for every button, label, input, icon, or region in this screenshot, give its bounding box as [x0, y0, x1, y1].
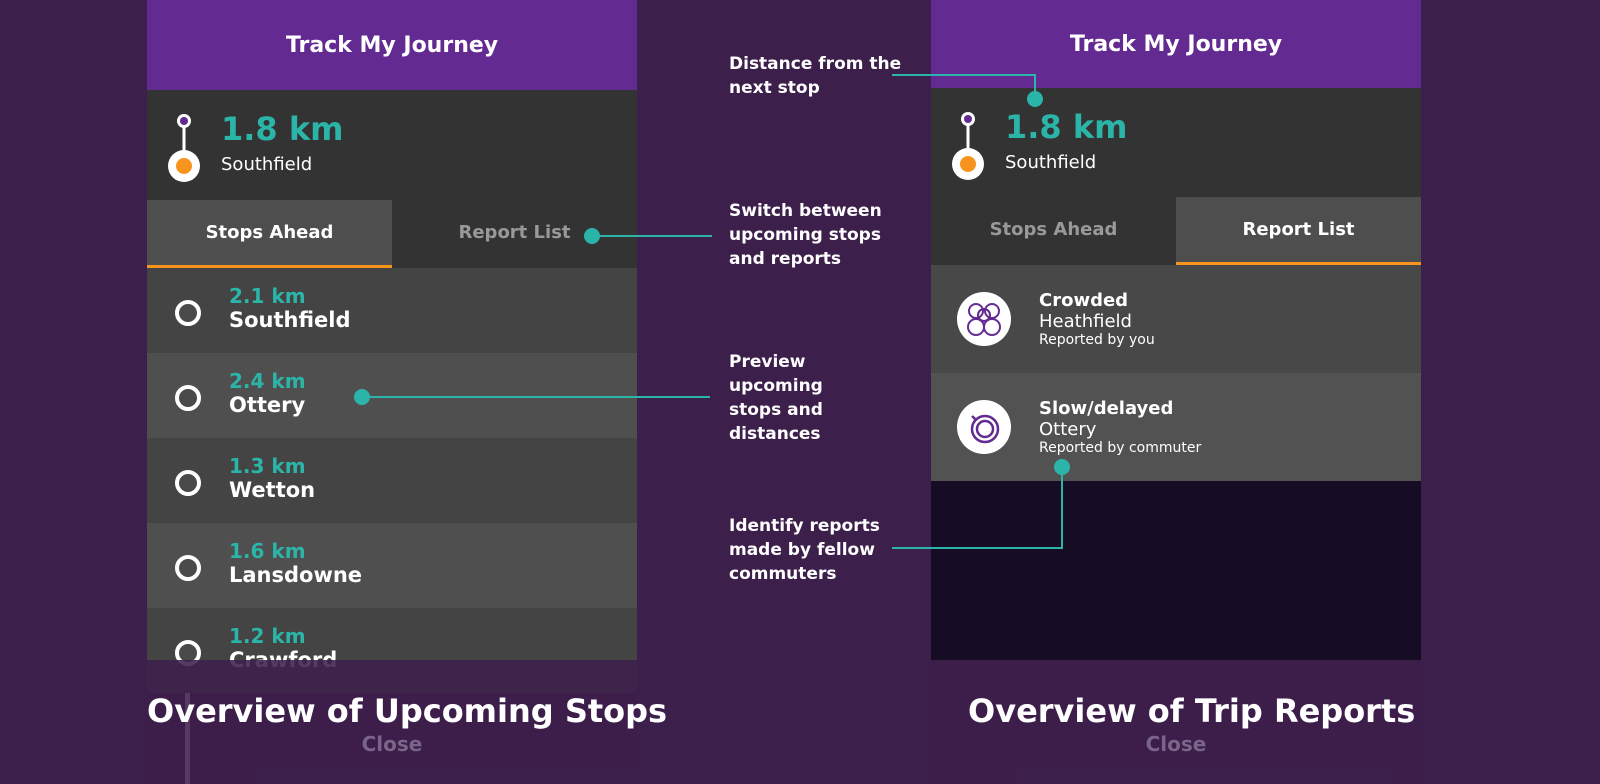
annotation-switch-tabs: Switch between upcoming stops and report… [729, 201, 882, 269]
annotation-preview-stops: Preview upcoming stops and distances [729, 352, 823, 444]
caption-upcoming-stops: Overview of Upcoming Stops [147, 692, 668, 730]
close-button[interactable]: Close [147, 732, 637, 756]
annotation-distance: Distance from the next stop [729, 54, 902, 98]
caption-trip-reports: Overview of Trip Reports [968, 692, 1416, 730]
close-button[interactable]: Close [931, 732, 1421, 756]
annotation-identify-reports: Identify reports made by fellow commuter… [729, 516, 880, 584]
